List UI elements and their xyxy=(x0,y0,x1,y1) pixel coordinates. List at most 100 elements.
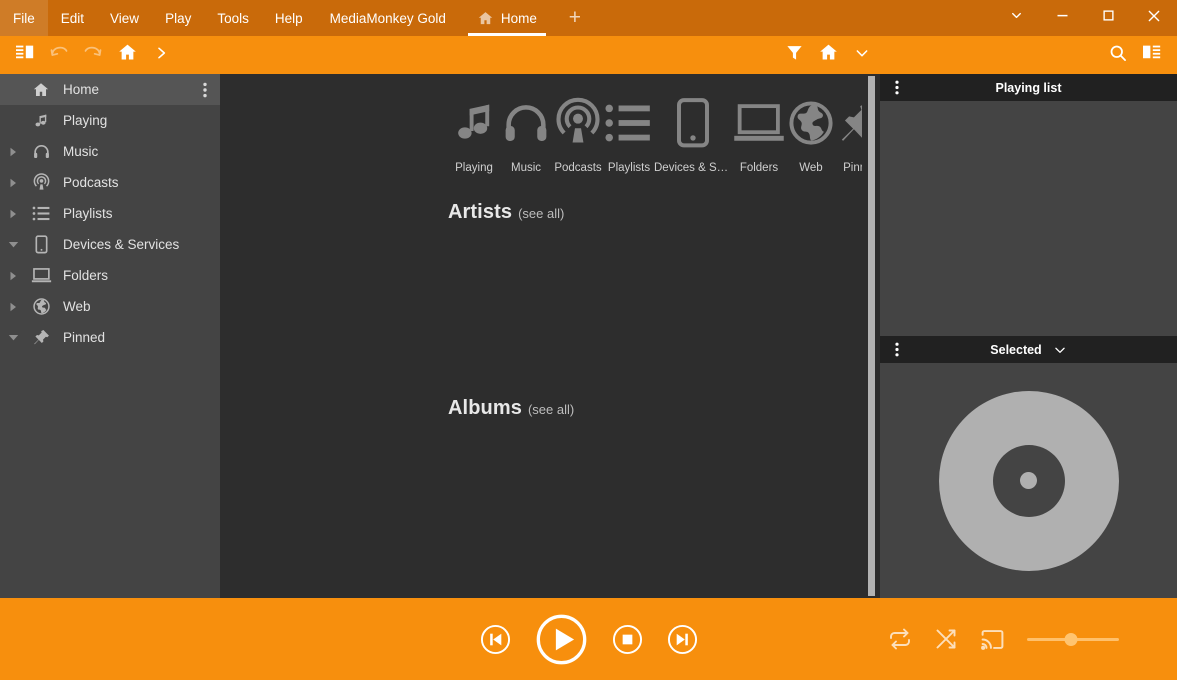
shortcut-folders[interactable]: Folders xyxy=(732,88,786,174)
more-vertical-icon[interactable] xyxy=(196,82,214,98)
menu-view[interactable]: View xyxy=(97,0,152,36)
albums-section-header: Albums (see all) xyxy=(448,397,880,420)
chevron-down-icon[interactable] xyxy=(0,240,26,249)
scrollbar-thumb[interactable] xyxy=(868,76,875,596)
menu-bar: File Edit View Play Tools Help MediaMonk… xyxy=(0,0,460,36)
sidebar-item-music[interactable]: Music xyxy=(0,136,220,167)
toggle-right-panel-button[interactable] xyxy=(1135,40,1169,70)
minimize-icon xyxy=(1055,8,1070,28)
panel-title-text: Selected xyxy=(990,343,1041,357)
pin-icon xyxy=(26,328,56,347)
sidebar-item-home[interactable]: Home xyxy=(0,74,220,105)
shortcut-playing[interactable]: Playing xyxy=(448,88,500,174)
maximize-icon xyxy=(1101,8,1116,28)
shortcut-web[interactable]: Web xyxy=(786,88,836,174)
sidebar-item-folders[interactable]: Folders xyxy=(0,260,220,291)
cast-button[interactable] xyxy=(980,627,1005,652)
chevron-down-icon[interactable] xyxy=(1053,343,1067,357)
tab-bar: Home + xyxy=(460,0,596,36)
view-options-button[interactable] xyxy=(845,40,879,70)
search-button[interactable] xyxy=(1101,40,1135,70)
playing-list-header: Playing list xyxy=(880,74,1177,101)
sidebar-item-label: Home xyxy=(56,82,196,97)
player-bar xyxy=(0,598,1177,680)
volume-slider[interactable] xyxy=(1027,630,1119,648)
forward-button[interactable] xyxy=(144,40,178,70)
stop-button[interactable] xyxy=(612,624,643,655)
sidebar-item-devices-and-services[interactable]: Devices & Services xyxy=(0,229,220,260)
artists-see-all-link[interactable]: (see all) xyxy=(518,206,564,221)
selected-panel-title[interactable]: Selected xyxy=(880,343,1177,357)
vinyl-record-placeholder-icon xyxy=(939,391,1119,571)
artists-section-header: Artists (see all) xyxy=(448,201,880,224)
chevron-down-icon xyxy=(854,45,870,66)
phone-icon xyxy=(26,235,56,254)
volume-handle[interactable] xyxy=(1065,633,1078,646)
main-vertical-scrollbar[interactable] xyxy=(862,74,880,598)
brand-label[interactable]: MediaMonkey Gold xyxy=(316,0,460,36)
player-options xyxy=(888,627,1119,652)
close-button[interactable] xyxy=(1131,0,1177,36)
home-icon xyxy=(477,10,494,27)
shortcut-label: Devices & Ser... xyxy=(654,162,732,174)
albums-see-all-link[interactable]: (see all) xyxy=(528,402,574,417)
sidebar-item-label: Web xyxy=(56,299,214,314)
previous-button[interactable] xyxy=(480,624,511,655)
sidebar-item-playlists[interactable]: Playlists xyxy=(0,198,220,229)
podcast-icon xyxy=(26,173,56,192)
home-icon xyxy=(117,42,138,68)
panel-right-icon xyxy=(1142,44,1162,67)
redo-button[interactable] xyxy=(76,40,110,70)
chevron-right-icon[interactable] xyxy=(0,271,26,281)
filter-button[interactable] xyxy=(777,40,811,70)
undo-button[interactable] xyxy=(42,40,76,70)
shortcut-music[interactable]: Music xyxy=(500,88,552,174)
shortcut-devices-and-services[interactable]: Devices & Ser... xyxy=(654,88,732,174)
home-button[interactable] xyxy=(110,40,144,70)
menu-file[interactable]: File xyxy=(0,0,48,36)
chevron-down-icon[interactable] xyxy=(0,333,26,342)
maximize-button[interactable] xyxy=(1085,0,1131,36)
toolbar-left-group xyxy=(8,40,178,70)
menu-edit[interactable]: Edit xyxy=(48,0,97,36)
menu-help[interactable]: Help xyxy=(262,0,316,36)
panel-layout-icon xyxy=(15,44,35,67)
sidebar-item-playing[interactable]: Playing xyxy=(0,105,220,136)
chevron-right-icon[interactable] xyxy=(0,178,26,188)
shortcut-playlists[interactable]: Playlists xyxy=(604,88,654,174)
home-icon xyxy=(26,81,56,99)
artists-section: Artists (see all) xyxy=(220,201,880,224)
chevron-right-icon[interactable] xyxy=(0,147,26,157)
playing-list-body[interactable] xyxy=(880,101,1177,336)
mediamonkey-window: File Edit View Play Tools Help MediaMonk… xyxy=(0,0,1177,680)
tab-home[interactable]: Home xyxy=(460,0,554,36)
menu-play[interactable]: Play xyxy=(152,0,204,36)
sidebar-item-podcasts[interactable]: Podcasts xyxy=(0,167,220,198)
titlebar-drag-region xyxy=(596,0,993,36)
menu-tools[interactable]: Tools xyxy=(204,0,262,36)
shortcut-label: Podcasts xyxy=(554,162,601,174)
repeat-button[interactable] xyxy=(888,627,912,651)
new-tab-button[interactable]: + xyxy=(554,0,596,36)
shortcut-label: Playlists xyxy=(608,162,650,174)
home-view-button[interactable] xyxy=(811,40,845,70)
home-icon xyxy=(818,42,839,68)
chevron-right-icon xyxy=(153,45,169,66)
section-title-text: Albums xyxy=(448,397,522,420)
chevron-right-icon[interactable] xyxy=(0,302,26,312)
list-icon xyxy=(604,92,654,154)
album-art-area[interactable] xyxy=(880,363,1177,598)
toggle-sidebar-button[interactable] xyxy=(8,40,42,70)
shuffle-button[interactable] xyxy=(934,627,958,651)
play-button[interactable] xyxy=(535,613,588,666)
shortcut-podcasts[interactable]: Podcasts xyxy=(552,88,604,174)
sidebar-item-pinned[interactable]: Pinned xyxy=(0,322,220,353)
chevron-right-icon[interactable] xyxy=(0,209,26,219)
restore-down-chevron-button[interactable] xyxy=(993,0,1039,36)
panel-title-text: Playing list xyxy=(996,81,1062,95)
undo-arrow-icon xyxy=(48,43,70,68)
sidebar-item-web[interactable]: Web xyxy=(0,291,220,322)
next-button[interactable] xyxy=(667,624,698,655)
minimize-button[interactable] xyxy=(1039,0,1085,36)
playing-list-title: Playing list xyxy=(880,81,1177,95)
